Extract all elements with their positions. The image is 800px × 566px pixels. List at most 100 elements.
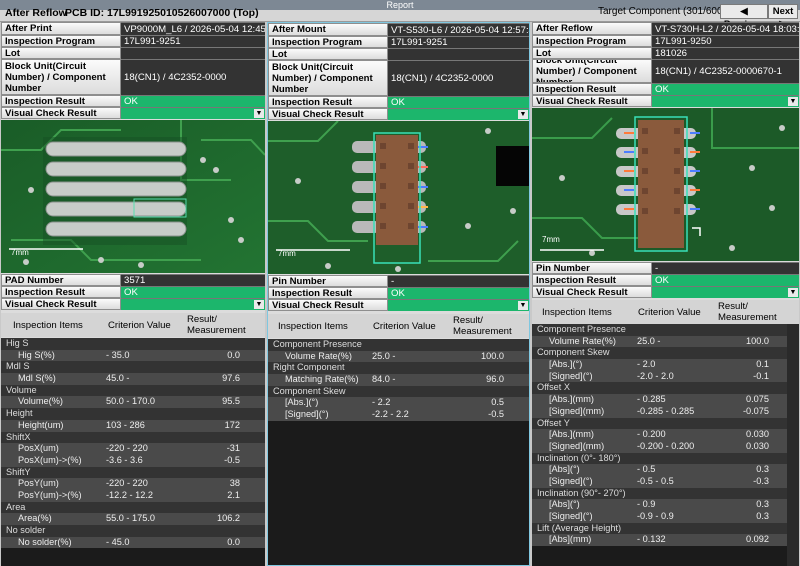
table-row[interactable]: [Signed](mm) -0.285 - 0.285 -0.075	[532, 405, 799, 418]
item-name: ShiftX	[6, 431, 31, 442]
table-row[interactable]: Height(um) 103 - 286 172	[1, 419, 265, 432]
group-row[interactable]: Right Component	[268, 362, 529, 375]
table-row[interactable]: PosX(um) -220 - 220 -31	[1, 443, 265, 455]
group-row[interactable]: Mdl S	[1, 361, 265, 374]
col-items-header[interactable]: Inspection Items	[542, 300, 612, 324]
table-row[interactable]: PosX(um)->(%) -3.6 - 3.6 -0.5	[1, 454, 265, 467]
scale-label: 7mm	[278, 249, 296, 258]
result-value: -0.5	[224, 454, 240, 465]
table-row[interactable]: Area(%) 55.0 - 175.0 106.2	[1, 513, 265, 525]
previous-button[interactable]: ◀ Previous	[720, 4, 768, 30]
group-row[interactable]: Inclination (0°- 180°)	[532, 452, 799, 465]
group-row[interactable]: Offset Y	[532, 417, 799, 430]
item-name: Lift (Average Height)	[537, 522, 622, 533]
result-label: Inspection Result	[1, 95, 121, 107]
table-row[interactable]: Volume(%) 50.0 - 170.0 95.5	[1, 396, 265, 409]
group-row[interactable]: Component Skew	[532, 347, 799, 360]
table-row[interactable]: No solder(%) - 45.0 0.0	[1, 536, 265, 549]
group-row[interactable]: Height	[1, 408, 265, 420]
table-row[interactable]: [Abs](mm) - 0.132 0.092	[532, 534, 799, 547]
table-row[interactable]: [Signed](°) -0.9 - 0.9 0.3	[532, 511, 799, 523]
item-name: Area(%)	[18, 513, 52, 524]
lot-label: Lot	[1, 47, 121, 59]
sub-visual-dropdown[interactable]: ▼	[388, 299, 529, 311]
criterion-value: -0.9 - 0.9	[637, 511, 674, 521]
group-row[interactable]: Component Skew	[268, 385, 529, 398]
pcb-image: 7mm	[1, 120, 265, 273]
table-row[interactable]: [Abs](°) - 0.9 0.3	[532, 499, 799, 511]
col-criterion-header[interactable]: Criterion Value	[373, 314, 436, 338]
table-row[interactable]: [Signed](°) -2.2 - 2.2 -0.5	[268, 409, 529, 421]
criterion-value: -2.2 - 2.2	[372, 409, 409, 420]
criterion-value: 103 - 286	[106, 419, 145, 430]
result-value: -0.5	[488, 409, 504, 420]
table-row[interactable]: PosY(um) -220 - 220 38	[1, 478, 265, 490]
result-value: OK	[388, 96, 529, 108]
visual-check-dropdown[interactable]: ▼	[388, 108, 529, 120]
group-row[interactable]: Area	[1, 501, 265, 514]
col-items-header[interactable]: Inspection Items	[278, 314, 348, 338]
result-value: 38	[229, 478, 240, 489]
criterion-value: -12.2 - 12.2	[106, 489, 153, 500]
result-value: 0.030	[746, 429, 769, 440]
table-row[interactable]: Volume Rate(%) 25.0 - 100.0	[532, 335, 799, 348]
result-value: -0.1	[753, 370, 769, 381]
table-row[interactable]: [Abs](°) - 0.5 0.3	[532, 464, 799, 476]
table-row[interactable]: PosY(um)->(%) -12.2 - 12.2 2.1	[1, 489, 265, 502]
group-row[interactable]: Component Presence	[268, 339, 529, 351]
group-row[interactable]: Lift (Average Height)	[532, 522, 799, 535]
result-value: 0.030	[746, 440, 769, 451]
col-items-header[interactable]: Inspection Items	[13, 313, 83, 337]
table-row[interactable]: Matching Rate(%) 84.0 - 96.0	[268, 374, 529, 386]
table-row[interactable]: [Abs.](mm) - 0.200 0.030	[532, 429, 799, 441]
visual-check-dropdown[interactable]: ▼	[652, 95, 799, 107]
table-row[interactable]: Volume Rate(%) 25.0 - 100.0	[268, 350, 529, 363]
col-criterion-header[interactable]: Criterion Value	[638, 300, 701, 324]
table-scrollbar[interactable]	[787, 324, 799, 566]
block-label: Block Unit(Circuit Number) / Component N…	[1, 59, 121, 95]
inspection-table: Hig S Hig S(%) - 35.0 0.0 Mdl S Mdl S(%) 45.0 …	[1, 338, 265, 566]
table-row[interactable]: Hig S(%) - 35.0 0.0	[1, 349, 265, 362]
group-row[interactable]: Inclination (90°- 270°)	[532, 487, 799, 500]
item-name: Area	[6, 501, 26, 512]
scale-label: 7mm	[542, 235, 560, 244]
next-button[interactable]: Next ▶	[768, 4, 798, 30]
block-label: Block Unit(Circuit Number) / Component N…	[532, 59, 652, 83]
sub-visual-dropdown[interactable]: ▼	[652, 286, 799, 298]
group-row[interactable]: Component Presence	[532, 324, 799, 336]
criterion-value: -220 - 220	[106, 443, 148, 454]
col-result-header[interactable]: Result/ Measurement	[187, 313, 257, 337]
criterion-value: 55.0 - 175.0	[106, 513, 156, 524]
sub-visual-dropdown[interactable]: ▼	[121, 298, 265, 310]
item-name: [Abs.](mm)	[549, 394, 594, 405]
group-row[interactable]: ShiftY	[1, 466, 265, 479]
group-row[interactable]: No solder	[1, 525, 265, 537]
result-value: -0.075	[742, 405, 769, 416]
item-name: PosX(um)->(%)	[18, 454, 82, 465]
table-row[interactable]: [Signed](mm) -0.200 - 0.200 0.030	[532, 440, 799, 453]
program-label: Inspection Program	[1, 35, 121, 47]
item-name: [Signed](mm)	[549, 440, 605, 451]
group-row[interactable]: Hig S	[1, 338, 265, 350]
col-result-header[interactable]: Result/ Measurement	[718, 300, 788, 324]
chevron-down-icon: ▼	[518, 110, 528, 119]
table-row[interactable]: [Abs.](°) - 2.2 0.5	[268, 397, 529, 410]
table-row[interactable]: [Signed](°) -2.0 - 2.0 -0.1	[532, 370, 799, 383]
inspection-table: Component Presence Volume Rate(%) 25.0 - 10…	[532, 324, 799, 566]
table-row[interactable]: Mdl S(%) 45.0 - 97.6	[1, 373, 265, 385]
group-row[interactable]: Offset X	[532, 382, 799, 395]
col-result-header[interactable]: Result/ Measurement	[453, 314, 523, 338]
table-row[interactable]: [Abs.](°) - 2.0 0.1	[532, 359, 799, 371]
visual-check-dropdown[interactable]: ▼	[121, 107, 265, 119]
result-value: -31	[226, 443, 240, 454]
group-row[interactable]: ShiftX	[1, 431, 265, 444]
table-row[interactable]: [Abs.](mm) - 0.285 0.075	[532, 394, 799, 406]
table-row[interactable]: [Signed](°) -0.5 - 0.5 -0.3	[532, 475, 799, 488]
criterion-value: -2.0 - 2.0	[637, 370, 674, 381]
group-row[interactable]: Volume	[1, 384, 265, 397]
criterion-value: - 0.5	[637, 464, 656, 475]
result-value: 0.0	[227, 349, 240, 360]
table-rows: Component Presence Volume Rate(%) 25.0 - 10…	[532, 324, 799, 547]
col-criterion-header[interactable]: Criterion Value	[108, 313, 171, 337]
sub-result-label: Inspection Result	[268, 287, 388, 299]
